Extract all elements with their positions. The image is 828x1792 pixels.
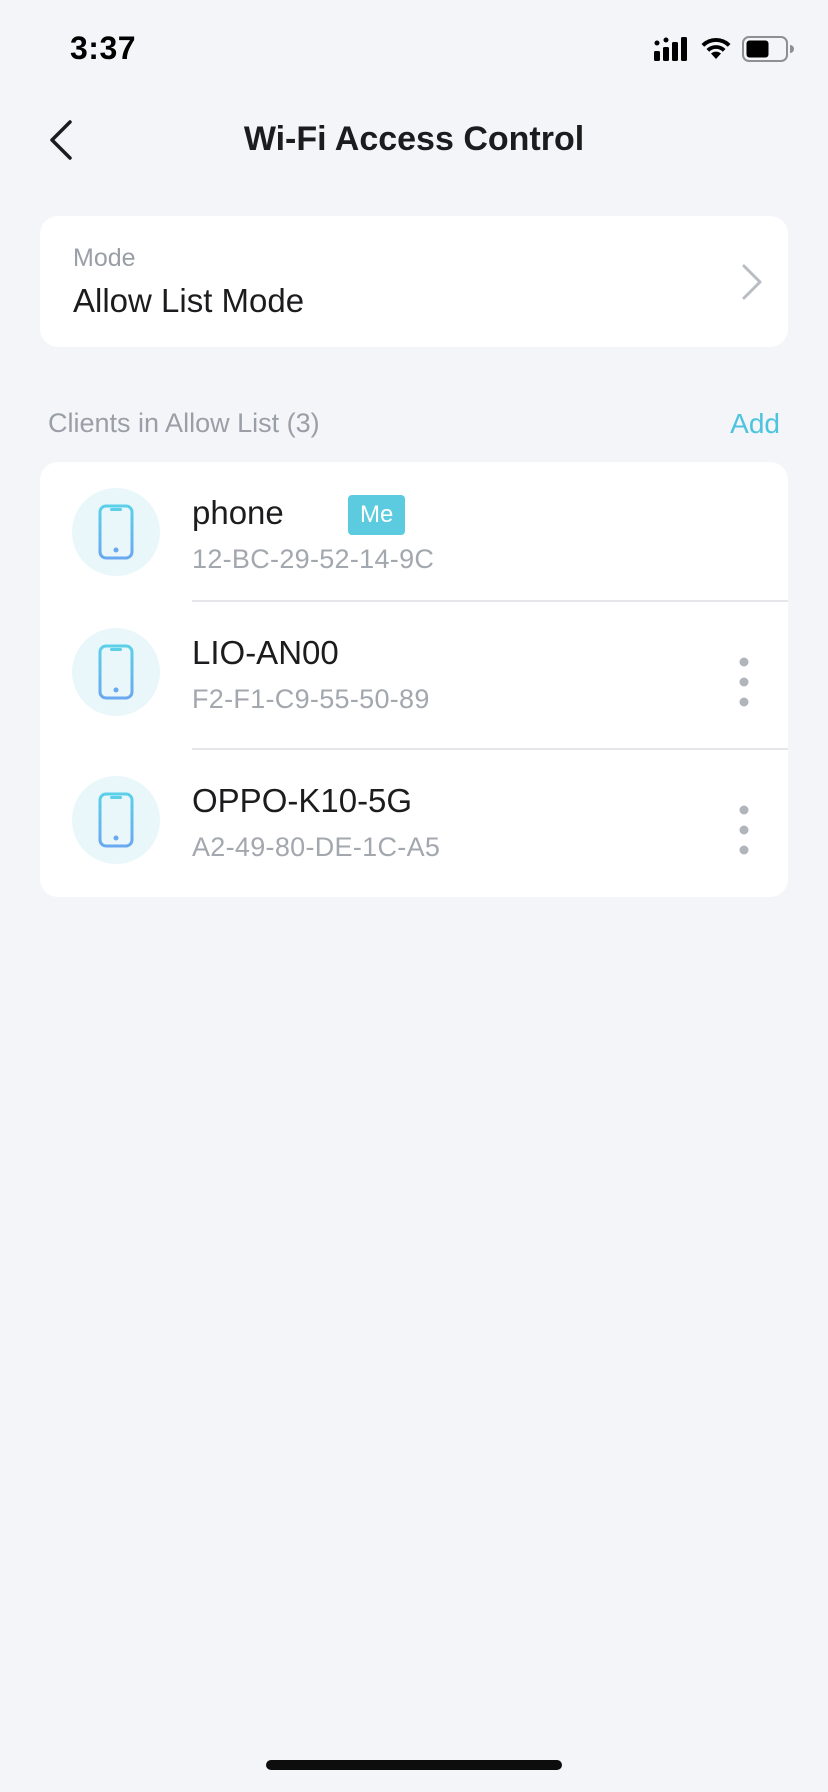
- device-avatar: [72, 776, 160, 864]
- more-options-icon[interactable]: [734, 800, 754, 860]
- signal-icon: [654, 37, 687, 61]
- device-avatar: [72, 488, 160, 576]
- mode-value: Allow List Mode: [73, 282, 305, 319]
- mode-label: Mode: [73, 244, 136, 272]
- chevron-right-icon: [742, 264, 762, 300]
- client-row[interactable]: OPPO-K10-5G A2-49-80-DE-1C-A5: [40, 750, 788, 890]
- client-mac: 12-BC-29-52-14-9C: [192, 544, 435, 574]
- screen: 3:37 Wi-Fi Access Control Mode Allow Lis…: [0, 0, 828, 1792]
- battery-icon: [742, 36, 794, 62]
- add-client-button[interactable]: Add: [730, 408, 780, 440]
- phone-icon: [98, 644, 134, 700]
- device-avatar: [72, 628, 160, 716]
- phone-icon: [98, 504, 134, 560]
- more-options-icon[interactable]: [734, 652, 754, 712]
- me-badge: Me: [348, 495, 406, 535]
- status-time: 3:37: [70, 30, 137, 66]
- client-name: OPPO-K10-5G: [192, 782, 413, 819]
- status-icons: [654, 36, 794, 62]
- client-mac: F2-F1-C9-55-50-89: [192, 684, 430, 714]
- status-bar: 3:37: [0, 0, 828, 100]
- page-title: Wi-Fi Access Control: [243, 120, 585, 158]
- phone-icon: [98, 792, 134, 848]
- client-name: LIO-AN00: [192, 634, 339, 671]
- home-indicator[interactable]: [266, 1760, 562, 1770]
- wifi-icon: [701, 37, 731, 59]
- client-mac: A2-49-80-DE-1C-A5: [192, 832, 441, 862]
- client-row[interactable]: LIO-AN00 F2-F1-C9-55-50-89: [40, 602, 788, 742]
- clients-section-title: Clients in Allow List (3): [48, 408, 320, 438]
- client-row[interactable]: phone Me 12-BC-29-52-14-9C: [40, 462, 788, 602]
- nav-bar: Wi-Fi Access Control: [0, 100, 828, 180]
- clients-section-header: Clients in Allow List (3) Add: [48, 405, 780, 445]
- client-list: phone Me 12-BC-29-52-14-9C LIO-AN00 F2-F…: [40, 462, 788, 897]
- mode-selector[interactable]: Mode Allow List Mode: [40, 216, 788, 347]
- client-name: phone: [192, 494, 284, 531]
